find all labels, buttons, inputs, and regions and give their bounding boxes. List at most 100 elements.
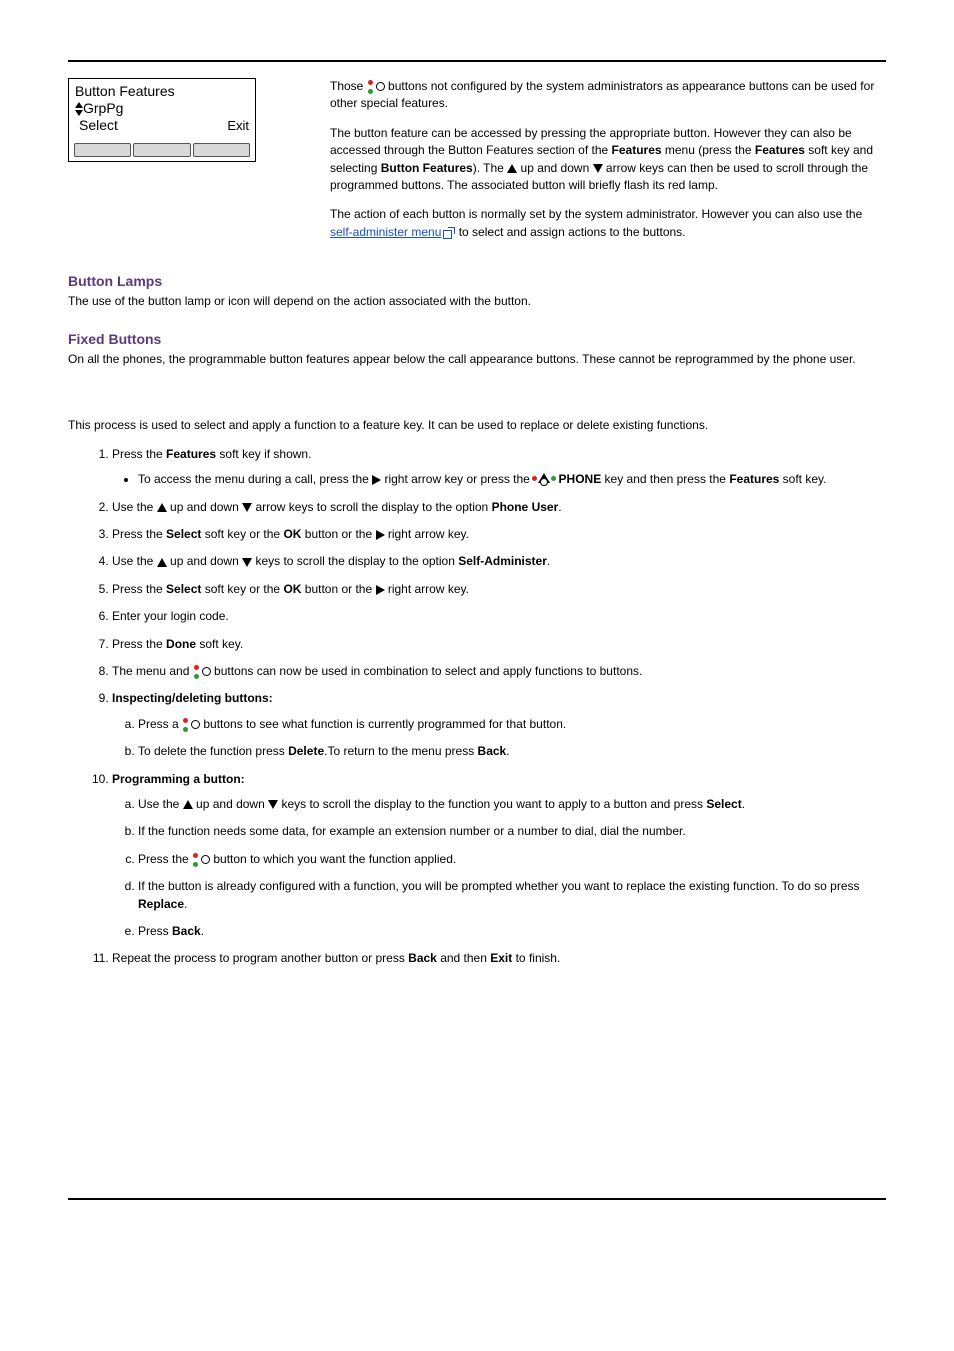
t: To delete the function press bbox=[138, 744, 288, 758]
arrow-down-icon bbox=[268, 800, 278, 809]
t: to finish. bbox=[512, 951, 560, 965]
updown-icon bbox=[75, 102, 83, 116]
t: soft key if shown. bbox=[216, 447, 311, 461]
intro-p2b: menu (press the bbox=[662, 143, 755, 157]
section-button-lamps: Button Lamps bbox=[68, 271, 886, 291]
step-9a: Press a buttons to see what function is … bbox=[138, 716, 886, 733]
t: buttons to see what function is currentl… bbox=[200, 717, 566, 731]
lcd-exit-label: Exit bbox=[227, 118, 249, 134]
softkey-3 bbox=[193, 143, 250, 157]
intro-p2d: ). The bbox=[473, 161, 507, 175]
t: soft key. bbox=[779, 472, 826, 486]
lcd-softkeys bbox=[69, 139, 255, 161]
t: Repeat the process to program another bu… bbox=[112, 951, 408, 965]
feature-button-icon bbox=[193, 666, 211, 678]
arrow-up-icon bbox=[157, 558, 167, 567]
t: buttons can now be used in combination t… bbox=[211, 664, 643, 678]
t: right arrow key or press the bbox=[381, 472, 533, 486]
phone-icon bbox=[533, 473, 555, 487]
kw-select: Select bbox=[166, 527, 201, 541]
lcd-line2-left: GrpPg bbox=[83, 100, 123, 116]
t: . bbox=[201, 924, 204, 938]
t: . bbox=[506, 744, 509, 758]
kw-exit: Exit bbox=[490, 951, 512, 965]
kw-ok: OK bbox=[283, 527, 301, 541]
step-10e: Press Back. bbox=[138, 923, 886, 940]
feature-button-icon bbox=[367, 81, 385, 93]
arrow-right-icon bbox=[376, 530, 385, 540]
t: Press the bbox=[112, 527, 166, 541]
step-9: Inspecting/deleting buttons: Press a but… bbox=[112, 690, 886, 760]
step-7: Press the Done soft key. bbox=[112, 636, 886, 653]
bottom-divider bbox=[68, 1198, 886, 1200]
t: up and down bbox=[193, 797, 268, 811]
step-10a: Use the up and down keys to scroll the d… bbox=[138, 796, 886, 813]
t: Use the bbox=[112, 554, 157, 568]
t: and then bbox=[437, 951, 490, 965]
arrow-up-icon bbox=[183, 800, 193, 809]
t: arrow keys to scroll the display to the … bbox=[252, 500, 491, 514]
arrow-right-icon bbox=[372, 475, 381, 485]
steps-list: Press the Features soft key if shown. To… bbox=[68, 446, 886, 968]
t: button or the bbox=[301, 582, 375, 596]
kw-select: Select bbox=[706, 797, 741, 811]
arrow-right-icon bbox=[376, 585, 385, 595]
t: If the button is already configured with… bbox=[138, 879, 860, 893]
kw-back: Back bbox=[478, 744, 507, 758]
step-3: Press the Select soft key or the OK butt… bbox=[112, 526, 886, 543]
t: Press bbox=[138, 924, 172, 938]
t: Press the bbox=[112, 447, 166, 461]
feature-button-icon bbox=[192, 854, 210, 866]
arrow-up-icon bbox=[507, 164, 517, 173]
t: right arrow key. bbox=[385, 527, 469, 541]
kw-ok: OK bbox=[283, 582, 301, 596]
kw-phone-user: Phone User bbox=[492, 500, 559, 514]
step-4: Use the up and down keys to scroll the d… bbox=[112, 553, 886, 570]
intro-p2e: up and down bbox=[517, 161, 592, 175]
arrow-down-icon bbox=[242, 558, 252, 567]
kw-back: Back bbox=[172, 924, 201, 938]
intro-p3a: The action of each button is normally se… bbox=[330, 207, 862, 221]
t: keys to scroll the display to the functi… bbox=[278, 797, 706, 811]
t: keys to scroll the display to the option bbox=[252, 554, 458, 568]
t: .To return to the menu press bbox=[324, 744, 477, 758]
softkey-1 bbox=[74, 143, 131, 157]
t: up and down bbox=[167, 554, 242, 568]
lcd-select-label: Select bbox=[75, 117, 118, 134]
t: The menu and bbox=[112, 664, 193, 678]
step-8: The menu and buttons can now be used in … bbox=[112, 663, 886, 680]
t: . bbox=[547, 554, 550, 568]
top-divider bbox=[68, 60, 886, 62]
kw-button-features: Button Features bbox=[381, 161, 473, 175]
t: soft key. bbox=[196, 637, 243, 651]
kw-delete: Delete bbox=[288, 744, 324, 758]
step-10d: If the button is already configured with… bbox=[138, 878, 886, 913]
t: key and then press the bbox=[601, 472, 729, 486]
kw-self-administer: Self-Administer bbox=[458, 554, 547, 568]
t: Press the bbox=[138, 852, 192, 866]
t: Press the bbox=[112, 637, 166, 651]
section-fixed-buttons: Fixed Buttons bbox=[68, 329, 886, 349]
step-9b: To delete the function press Delete.To r… bbox=[138, 743, 886, 760]
kw-features2: Features bbox=[755, 143, 805, 157]
step-6: Enter your login code. bbox=[112, 608, 886, 625]
step-1-bullet: To access the menu during a call, press … bbox=[138, 471, 886, 488]
t: . bbox=[742, 797, 745, 811]
t: Use the bbox=[138, 797, 183, 811]
t: To access the menu during a call, press … bbox=[138, 472, 372, 486]
kw-select: Select bbox=[166, 582, 201, 596]
self-administer-link[interactable]: self-administer menu bbox=[330, 225, 441, 239]
step-10-heading: Programming a button: bbox=[112, 772, 245, 786]
step-1: Press the Features soft key if shown. To… bbox=[112, 446, 886, 489]
feature-button-icon bbox=[182, 719, 200, 731]
kw-done: Done bbox=[166, 637, 196, 651]
t: Press the bbox=[112, 582, 166, 596]
t: soft key or the bbox=[201, 582, 283, 596]
intro-p1a: Those bbox=[330, 79, 367, 93]
step-10: Programming a button: Use the up and dow… bbox=[112, 771, 886, 941]
t: Press a bbox=[138, 717, 182, 731]
fixed-paragraph: On all the phones, the programmable butt… bbox=[68, 351, 886, 368]
arrow-up-icon bbox=[157, 503, 167, 512]
arrow-down-icon bbox=[593, 164, 603, 173]
process-intro: This process is used to select and apply… bbox=[68, 417, 886, 434]
